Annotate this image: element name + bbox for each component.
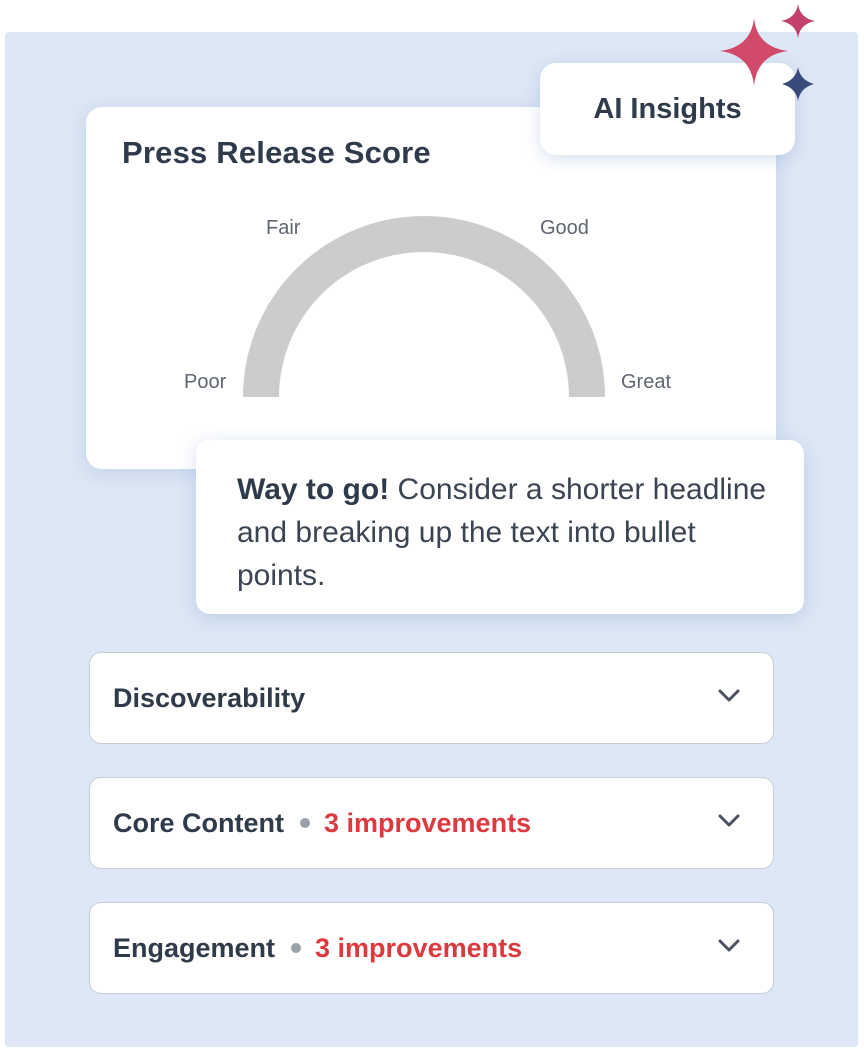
- accordion-core-content[interactable]: Core Content 3 improvements: [89, 777, 774, 869]
- sparkle-small-bottom: [782, 67, 814, 101]
- score-gauge: [243, 216, 605, 398]
- message-highlight: Way to go!: [237, 473, 390, 506]
- accordion-title: Engagement: [113, 932, 276, 963]
- gauge-label-good: Good: [540, 217, 589, 239]
- gauge-label-fair: Fair: [266, 217, 301, 239]
- feedback-message-card: Way to go! Consider a shorter headline a…: [196, 440, 804, 614]
- accordion-title: Discoverability: [113, 682, 306, 713]
- sparkle-small-top: [781, 4, 815, 38]
- sparkle-icon: [720, 4, 815, 101]
- chevron-down-icon: [718, 939, 740, 952]
- improvements-count: 3 improvements: [324, 807, 532, 838]
- gauge-track: [243, 216, 605, 398]
- accordion-discoverability[interactable]: Discoverability: [89, 652, 774, 744]
- separator-dot: [291, 943, 302, 953]
- press-release-score-card: Press Release Score Poor Fair Good Great: [86, 107, 776, 469]
- stage: Press Release Score Poor Fair Good Great…: [0, 0, 864, 1052]
- improvements-count: 3 improvements: [315, 932, 523, 963]
- gauge-label-great: Great: [621, 371, 672, 393]
- chevron-down-icon: [718, 814, 740, 827]
- sparkle-large: [720, 18, 788, 86]
- chevron-down-icon: [718, 689, 740, 702]
- gauge-label-poor: Poor: [184, 371, 227, 393]
- separator-dot: [300, 818, 310, 828]
- accordion-engagement[interactable]: Engagement 3 improvements: [89, 902, 774, 994]
- accordion-title: Core Content: [113, 807, 284, 838]
